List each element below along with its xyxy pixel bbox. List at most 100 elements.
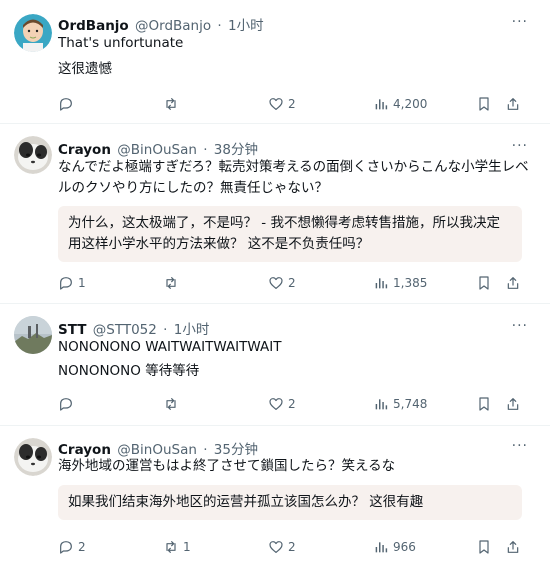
avatar[interactable] xyxy=(14,438,52,476)
repost-button[interactable] xyxy=(163,275,183,291)
tweet-translation: 如果我们结束海外地区的运营并孤立该国怎么办？ 这很有趣 xyxy=(58,485,522,520)
separator-dot: · xyxy=(203,142,208,158)
heart-icon xyxy=(268,539,284,555)
views-icon xyxy=(373,396,389,412)
bookmark-button[interactable] xyxy=(476,396,492,412)
like-button[interactable]: 2 xyxy=(268,396,296,412)
timestamp[interactable]: 1小时 xyxy=(228,18,264,34)
tweet-header: STT @STT052 · 1小时 xyxy=(58,318,209,338)
views-icon xyxy=(373,275,389,291)
share-button[interactable] xyxy=(505,396,521,412)
reply-button[interactable]: 2 xyxy=(58,539,86,555)
tweet-header: OrdBanjo @OrdBanjo · 1小时 xyxy=(58,14,264,34)
share-icon xyxy=(505,96,521,112)
separator-dot: · xyxy=(217,18,222,34)
heart-icon xyxy=(268,96,284,112)
action-bar: 2 5,748 xyxy=(58,396,528,416)
reply-count: 2 xyxy=(78,540,86,554)
timestamp[interactable]: 38分钟 xyxy=(214,142,258,158)
share-button[interactable] xyxy=(505,539,521,555)
bookmark-icon xyxy=(476,539,492,555)
reply-icon xyxy=(58,275,74,291)
bookmark-icon xyxy=(476,96,492,112)
views-button[interactable]: 4,200 xyxy=(373,96,427,112)
reply-icon xyxy=(58,96,74,112)
views-icon xyxy=(373,96,389,112)
avatar[interactable] xyxy=(14,136,52,174)
like-count: 2 xyxy=(288,540,296,554)
display-name[interactable]: OrdBanjo xyxy=(58,18,129,34)
avatar[interactable] xyxy=(14,14,52,52)
bookmark-button[interactable] xyxy=(476,539,492,555)
tweet-text: NONONONO WAITWAITWAITWAIT xyxy=(58,339,282,355)
timestamp[interactable]: 1小时 xyxy=(174,322,210,338)
repost-icon xyxy=(163,275,179,291)
tweet-text: 海外地域の運営もはよ終了させて鎖国したら？笑えるな xyxy=(58,458,396,474)
tweet-4[interactable]: Crayon @BinOuSan · 35分钟 ··· 海外地域の運営もはよ終了… xyxy=(0,426,550,568)
tweet-translation: 为什么，这太极端了，不是吗？ - 我不想懒得考虑转售措施，所以我决定用这样小学水… xyxy=(58,206,522,262)
tweet-1[interactable]: OrdBanjo @OrdBanjo · 1小时 ··· That's unfo… xyxy=(0,0,550,124)
reply-button[interactable] xyxy=(58,96,78,112)
handle[interactable]: @BinOuSan xyxy=(117,142,197,158)
share-button[interactable] xyxy=(505,96,521,112)
bookmark-icon xyxy=(476,275,492,291)
views-count: 966 xyxy=(393,540,416,554)
avatar-crayon-image xyxy=(14,136,52,174)
reply-icon xyxy=(58,396,74,412)
reply-icon xyxy=(58,539,74,555)
bookmark-icon xyxy=(476,396,492,412)
views-icon xyxy=(373,539,389,555)
tweet-2[interactable]: Crayon @BinOuSan · 38分钟 ··· なんでだよ極端すぎだろ？… xyxy=(0,124,550,304)
repost-button[interactable] xyxy=(163,396,183,412)
reply-button[interactable]: 1 xyxy=(58,275,86,291)
share-icon xyxy=(505,539,521,555)
avatar[interactable] xyxy=(14,316,52,354)
views-count: 1,385 xyxy=(393,276,428,290)
tweet-text: That's unfortunate xyxy=(58,35,184,51)
more-options-button[interactable]: ··· xyxy=(512,438,528,454)
like-button[interactable]: 2 xyxy=(268,275,296,291)
display-name[interactable]: STT xyxy=(58,322,86,338)
tweet-translation: 这很遗憾 xyxy=(58,61,112,77)
share-icon xyxy=(505,396,521,412)
avatar-stt-image xyxy=(14,316,52,354)
more-options-button[interactable]: ··· xyxy=(512,14,528,30)
heart-icon xyxy=(268,396,284,412)
action-bar: 2 4,200 xyxy=(58,96,528,116)
tweet-text: なんでだよ極端すぎだろ？転売対策考えるの面倒くさいからこんな小学生レベルのクソや… xyxy=(58,159,529,196)
repost-icon xyxy=(163,539,179,555)
display-name[interactable]: Crayon xyxy=(58,142,111,158)
more-options-button[interactable]: ··· xyxy=(512,138,528,154)
action-bar: 2 1 2 966 xyxy=(58,539,528,559)
like-button[interactable]: 2 xyxy=(268,96,296,112)
share-button[interactable] xyxy=(505,275,521,291)
tweet-header: Crayon @BinOuSan · 35分钟 xyxy=(58,438,258,458)
reply-count: 1 xyxy=(78,276,86,290)
repost-button[interactable] xyxy=(163,96,183,112)
avatar-ordbanjo-image xyxy=(14,14,52,52)
heart-icon xyxy=(268,275,284,291)
tweet-header: Crayon @BinOuSan · 38分钟 xyxy=(58,138,258,158)
handle[interactable]: @STT052 xyxy=(93,322,157,338)
more-options-button[interactable]: ··· xyxy=(512,318,528,334)
separator-dot: · xyxy=(163,322,168,338)
bookmark-button[interactable] xyxy=(476,275,492,291)
repost-button[interactable]: 1 xyxy=(163,539,191,555)
views-button[interactable]: 966 xyxy=(373,539,416,555)
like-count: 2 xyxy=(288,397,296,411)
avatar-crayon-image xyxy=(14,438,52,476)
bookmark-button[interactable] xyxy=(476,96,492,112)
handle[interactable]: @OrdBanjo xyxy=(135,18,211,34)
reply-button[interactable] xyxy=(58,396,78,412)
action-bar: 1 2 1,385 xyxy=(58,275,528,295)
like-count: 2 xyxy=(288,97,296,111)
tweet-translation: NONONONO 等待等待 xyxy=(58,363,200,379)
views-count: 4,200 xyxy=(393,97,428,111)
like-button[interactable]: 2 xyxy=(268,539,296,555)
tweet-3[interactable]: STT @STT052 · 1小时 ··· NONONONO WAITWAITW… xyxy=(0,304,550,426)
views-button[interactable]: 1,385 xyxy=(373,275,427,291)
views-button[interactable]: 5,748 xyxy=(373,396,427,412)
like-count: 2 xyxy=(288,276,296,290)
repost-count: 1 xyxy=(183,540,191,554)
share-icon xyxy=(505,275,521,291)
